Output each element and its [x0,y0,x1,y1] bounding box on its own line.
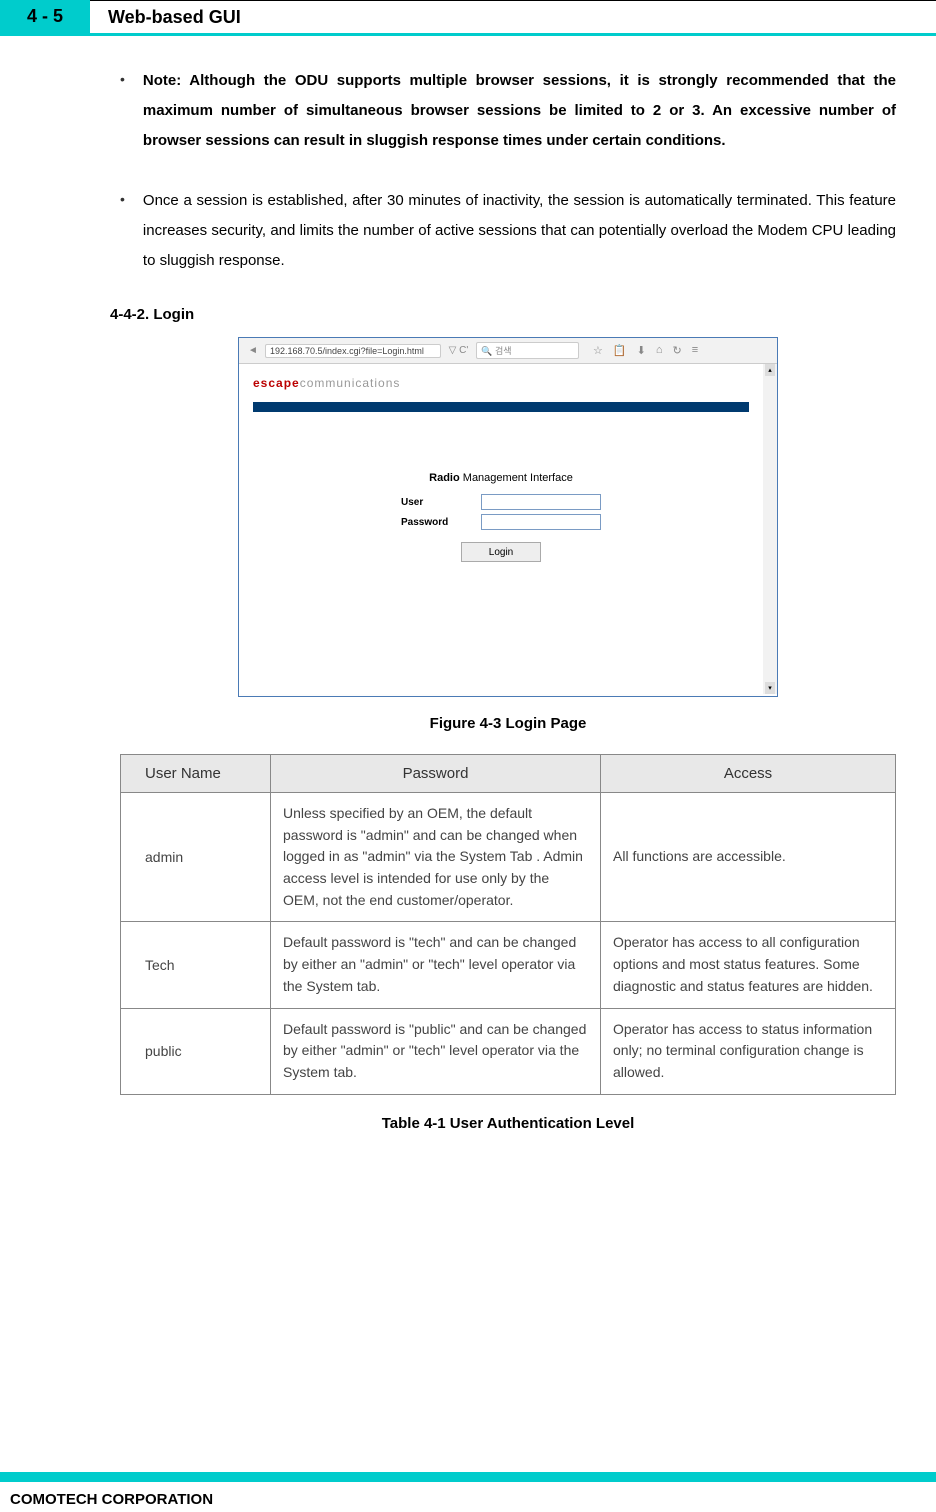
browser-toolbar: ◄ 192.168.70.5/index.cgi?file=Login.html… [239,338,777,364]
cell-access-admin: All functions are accessible. [601,793,896,922]
header-title: Web-based GUI [90,0,936,33]
cell-password-admin: Unless specified by an OEM, the default … [271,793,601,922]
bullet-text-2: Once a session is established, after 30 … [143,186,896,276]
table-header-row: User Name Password Access [121,755,896,793]
footer-bar [0,1472,936,1482]
sync-icon[interactable]: ↻ [672,344,681,357]
logo-red: escape [253,376,300,390]
escape-logo: escapecommunications [253,376,749,390]
figure-caption: Figure 4-3 Login Page [120,715,896,732]
document-content: • Note: Although the ODU supports multip… [0,36,936,1152]
user-input[interactable] [481,494,601,510]
page-number: 4 - 5 [0,0,90,33]
back-arrow-icon[interactable]: ◄ [245,343,261,359]
cell-access-tech: Operator has access to all configuration… [601,922,896,1008]
user-label: User [401,497,481,508]
footer-text: COMOTECH CORPORATION [10,1491,213,1508]
star-icon[interactable]: ☆ [593,344,603,357]
search-field[interactable]: 🔍 검색 [476,342,579,359]
login-page-body: ▴ ▾ escapecommunications Radio Managemen… [239,364,777,694]
form-title: Radio Management Interface [253,472,749,484]
note-body: Although the ODU supports multiple brows… [143,72,896,149]
bullet-dot-icon: • [120,71,125,87]
login-screenshot: ◄ 192.168.70.5/index.cgi?file=Login.html… [238,337,778,697]
cell-user-tech: Tech [121,922,271,1008]
cell-user-admin: admin [121,793,271,922]
login-form: Radio Management Interface User Password… [253,472,749,562]
home-icon[interactable]: ⌂ [656,344,663,357]
th-username: User Name [121,755,271,793]
login-button[interactable]: Login [461,542,541,562]
cell-password-public: Default password is "public" and can be … [271,1008,601,1094]
bullet-note: • Note: Although the ODU supports multip… [120,66,896,156]
th-password: Password [271,755,601,793]
cell-access-public: Operator has access to status informatio… [601,1008,896,1094]
password-input[interactable] [481,514,601,530]
form-title-bold: Radio [429,472,460,484]
search-placeholder: 검색 [495,346,512,356]
auth-table: User Name Password Access admin Unless s… [120,754,896,1095]
table-row: Tech Default password is "tech" and can … [121,922,896,1008]
blue-divider [253,402,749,412]
bullet-dot-icon: • [120,191,125,207]
menu-icon[interactable]: ≡ [692,344,698,357]
table-caption: Table 4-1 User Authentication Level [120,1115,896,1132]
section-heading-login: 4-4-2. Login [110,306,896,323]
scroll-up-icon[interactable]: ▴ [765,364,775,376]
note-prefix: Note: [143,72,189,89]
password-row: Password [253,514,749,530]
cell-user-public: public [121,1008,271,1094]
header-bar: 4 - 5 Web-based GUI [0,0,936,36]
cell-password-tech: Default password is "tech" and can be ch… [271,922,601,1008]
th-access: Access [601,755,896,793]
clipboard-icon[interactable]: 📋 [613,344,627,357]
bullet-text-1: Note: Although the ODU supports multiple… [143,66,896,156]
scroll-down-icon[interactable]: ▾ [765,682,775,694]
table-row: admin Unless specified by an OEM, the de… [121,793,896,922]
toolbar-icons: ☆ 📋 ⬇ ⌂ ↻ ≡ [593,344,698,357]
download-icon[interactable]: ⬇ [637,344,646,357]
reload-icon[interactable]: ▽ C' [449,345,469,356]
url-field[interactable]: 192.168.70.5/index.cgi?file=Login.html [265,344,441,358]
user-row: User [253,494,749,510]
password-label: Password [401,517,481,528]
table-row: public Default password is "public" and … [121,1008,896,1094]
bullet-session: • Once a session is established, after 3… [120,186,896,276]
form-title-rest: Management Interface [460,472,573,484]
logo-gray: communications [300,376,401,390]
